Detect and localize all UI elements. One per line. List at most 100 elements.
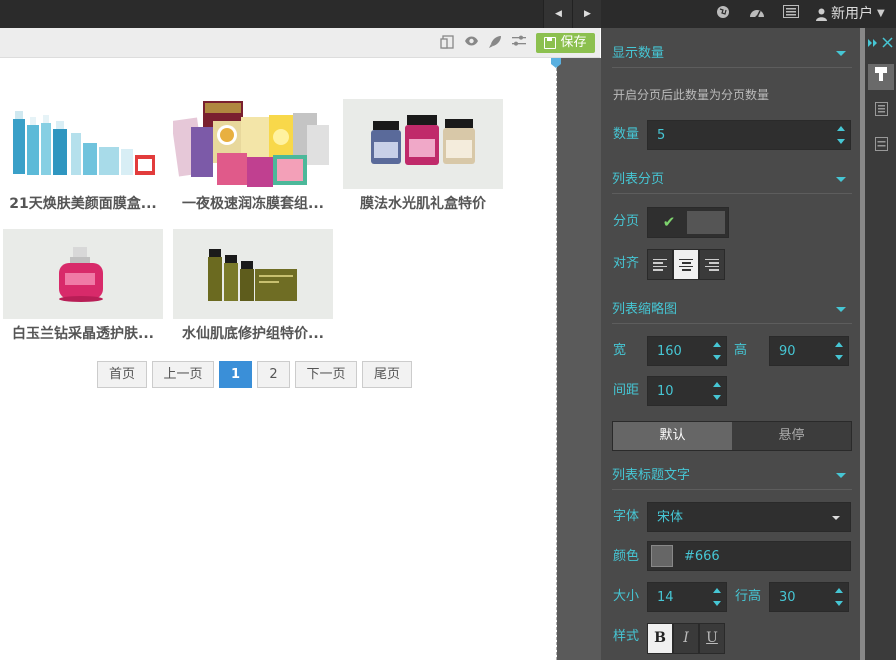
section-list-paging[interactable]: 列表分页	[612, 166, 852, 194]
count-label: 数量	[613, 127, 640, 142]
align-center-icon[interactable]	[673, 249, 699, 280]
text-style-buttons: B I U	[647, 623, 726, 654]
color-value: #666	[684, 549, 720, 564]
section-title: 列表缩略图	[612, 302, 678, 317]
color-label: 颜色	[613, 549, 640, 564]
align-buttons	[647, 249, 726, 280]
close-icon[interactable]	[882, 37, 893, 48]
section-title: 列表标题文字	[612, 468, 691, 483]
caret-down-icon	[836, 177, 846, 182]
save-label: 保存	[560, 35, 587, 50]
spacing-input[interactable]: 10	[647, 376, 727, 406]
chevron-left-icon[interactable]: ◀	[544, 0, 573, 28]
italic-button[interactable]: I	[673, 623, 699, 654]
section-display-count[interactable]: 显示数量	[612, 40, 852, 68]
section-title: 显示数量	[612, 46, 665, 61]
state-tabs: 默认 悬停	[612, 421, 852, 451]
product-title[interactable]: 膜法水光肌礼盒特价	[343, 189, 503, 219]
pager-prev-button[interactable]: 上一页	[152, 361, 214, 388]
color-input[interactable]: #666	[647, 541, 851, 571]
product-title[interactable]: 水仙肌底修护组特价...	[173, 319, 333, 349]
copy-icon[interactable]	[439, 35, 455, 51]
publish-icon[interactable]	[487, 35, 503, 51]
count-input[interactable]: 5	[647, 120, 851, 150]
font-label: 字体	[613, 509, 640, 524]
font-value: 宋体	[657, 510, 684, 525]
caret-down-icon	[836, 307, 846, 312]
paging-toggle[interactable]: ✔	[647, 207, 729, 238]
section-title: 列表分页	[612, 172, 665, 187]
height-input[interactable]: 90	[769, 336, 849, 366]
checkmark-icon: ✔	[662, 213, 676, 231]
collapse-icon[interactable]	[867, 37, 879, 49]
tab-hover[interactable]: 悬停	[732, 422, 851, 450]
line-height-input[interactable]: 30	[769, 582, 849, 612]
product-title[interactable]: 一夜极速润冻膜套组...	[173, 189, 333, 219]
section-thumbnail[interactable]: 列表缩略图	[612, 296, 852, 324]
line-height-value: 30	[779, 590, 796, 605]
size-input[interactable]: 14	[647, 582, 727, 612]
paging-label: 分页	[613, 214, 640, 229]
paint-brush-icon[interactable]	[868, 64, 894, 90]
caret-down-icon	[836, 473, 846, 478]
align-right-icon[interactable]	[699, 249, 725, 280]
rail-header	[865, 28, 896, 60]
olive-skincare-set-image[interactable]	[173, 229, 333, 319]
editor-toolbar: 保存	[0, 28, 600, 58]
stepper-icon[interactable]	[713, 380, 723, 402]
count-value: 5	[657, 128, 666, 143]
height-label: 高	[734, 343, 748, 358]
storage-icon[interactable]	[868, 134, 894, 160]
save-button[interactable]: 保存	[536, 33, 595, 53]
tab-default[interactable]: 默认	[613, 422, 732, 450]
skincare-bottles-image[interactable]	[3, 99, 163, 189]
align-left-icon[interactable]	[647, 249, 673, 280]
width-value: 160	[657, 344, 682, 359]
bold-button[interactable]: B	[647, 623, 673, 654]
stepper-icon[interactable]	[835, 340, 845, 362]
user-name: 新用户	[831, 6, 873, 22]
pager-first-button[interactable]: 首页	[97, 361, 147, 388]
serum-jars-image[interactable]	[343, 99, 503, 189]
pager-page-button[interactable]: 1	[219, 361, 252, 388]
underline-button[interactable]: U	[699, 623, 725, 654]
list-icon[interactable]	[780, 5, 802, 23]
pager-next-button[interactable]: 下一页	[295, 361, 357, 388]
size-label: 大小	[613, 589, 640, 604]
stepper-icon[interactable]	[835, 586, 845, 608]
layout-icon[interactable]	[868, 99, 894, 125]
nav-arrows: ◀ ▶	[543, 0, 601, 28]
top-actions: 新用户 ▼	[712, 5, 885, 23]
chevron-down-icon	[832, 516, 840, 520]
settings-icon[interactable]	[511, 35, 527, 51]
size-value: 14	[657, 590, 674, 605]
stepper-icon[interactable]	[837, 124, 847, 146]
preview-icon[interactable]	[463, 35, 479, 51]
user-icon	[816, 8, 827, 21]
face-mask-packets-image[interactable]	[173, 99, 333, 189]
section-title-text[interactable]: 列表标题文字	[612, 462, 852, 490]
user-menu[interactable]: 新用户 ▼	[816, 5, 885, 23]
product-title[interactable]: 21天焕肤美颜面膜盒...	[3, 189, 163, 219]
width-input[interactable]: 160	[647, 336, 727, 366]
width-label: 宽	[613, 343, 627, 358]
style-label: 样式	[613, 629, 640, 644]
stepper-icon[interactable]	[713, 586, 723, 608]
globe-icon[interactable]	[712, 5, 734, 23]
spacing-value: 10	[657, 384, 674, 399]
spacing-label: 间距	[613, 383, 640, 398]
font-select[interactable]: 宋体	[647, 502, 851, 532]
caret-down-icon	[836, 51, 846, 56]
product-title[interactable]: 白玉兰钻采晶透护肤...	[3, 319, 163, 349]
pager-page-button[interactable]: 2	[257, 361, 290, 388]
display-count-note: 开启分页后此数量为分页数量	[613, 88, 770, 102]
save-icon	[544, 37, 557, 49]
stepper-icon[interactable]	[713, 340, 723, 362]
dashboard-icon[interactable]	[746, 5, 768, 23]
pager-last-button[interactable]: 尾页	[362, 361, 412, 388]
line-height-label: 行高	[735, 589, 762, 604]
color-swatch[interactable]	[651, 545, 673, 567]
pink-perfume-bottle-image[interactable]	[3, 229, 163, 319]
chevron-right-icon[interactable]: ▶	[573, 0, 602, 28]
toggle-knob	[687, 211, 725, 234]
